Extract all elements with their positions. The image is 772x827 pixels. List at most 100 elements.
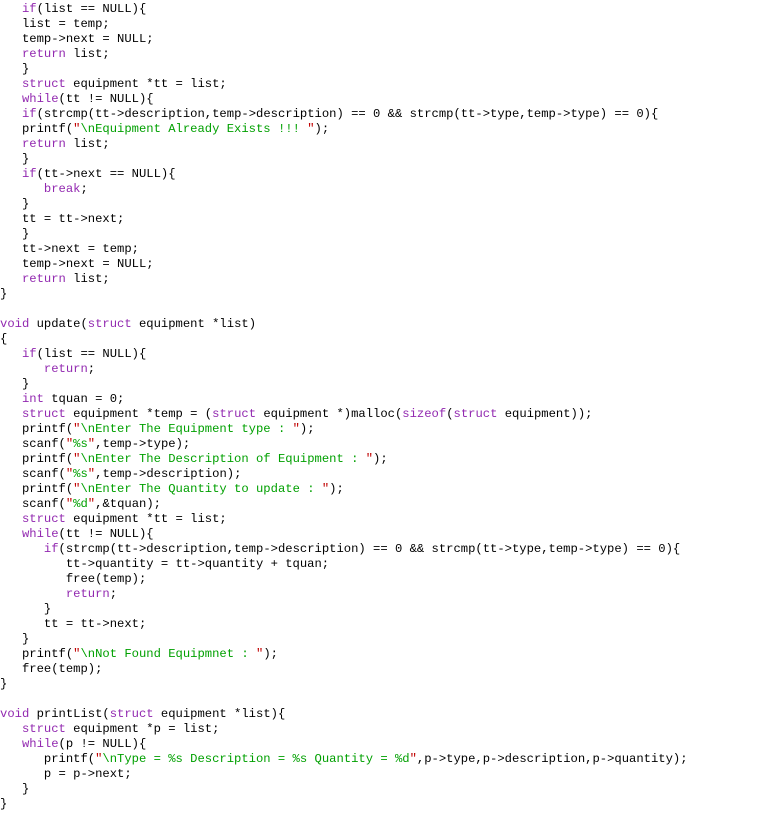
code-token-plain: tt->quantity = tt->quantity + tquan; [0, 557, 330, 571]
code-token-string: \nNot Found Equipmnet : [80, 647, 256, 661]
code-token-plain: printf( [0, 422, 74, 436]
code-line: } [0, 152, 772, 167]
code-token-plain: equipment *tt = list; [65, 77, 227, 91]
code-line: tt = tt->next; [0, 617, 772, 632]
code-token-plain: (list == NULL){ [36, 2, 147, 16]
code-line: } [0, 197, 772, 212]
code-line: } [0, 377, 772, 392]
code-token-keyword: if [21, 347, 37, 361]
code-token-plain: tt->next = temp; [0, 242, 139, 256]
code-line: ​ [0, 302, 772, 317]
code-line: void printList(struct equipment *list){ [0, 707, 772, 722]
code-token-plain: list; [65, 137, 110, 151]
code-token-quote: " [307, 122, 315, 136]
code-token-plain: equipment *p = list; [65, 722, 220, 736]
code-token-plain: ( [446, 407, 454, 421]
code-token-keyword: sizeof [402, 407, 447, 421]
code-line: list = temp; [0, 17, 772, 32]
code-token-plain: ,p->type,p->description,p->quantity); [416, 752, 688, 766]
code-token-plain: ); [329, 482, 344, 496]
code-token-plain: equipment)); [497, 407, 593, 421]
code-line: scanf("%s",temp->type); [0, 437, 772, 452]
code-token-quote: " [409, 752, 417, 766]
code-token-plain: printf( [0, 482, 74, 496]
code-line: if(list == NULL){ [0, 347, 772, 362]
code-line: tt->next = temp; [0, 242, 772, 257]
code-line: tt->quantity = tt->quantity + tquan; [0, 557, 772, 572]
code-token-keyword: struct [21, 407, 66, 421]
code-listing[interactable]: if(list == NULL){ list = temp; temp->nex… [0, 0, 772, 827]
code-token-plain: printf( [0, 452, 74, 466]
code-token-plain: printf( [0, 752, 96, 766]
code-token-plain: } [0, 152, 30, 166]
code-line: free(temp); [0, 662, 772, 677]
code-token-keyword: void [0, 707, 30, 721]
code-line: while(p != NULL){ [0, 737, 772, 752]
code-token-plain: equipment *list){ [153, 707, 286, 721]
code-token-plain: (tt != NULL){ [58, 527, 154, 541]
code-line: if(list == NULL){ [0, 2, 772, 17]
code-token-plain: ; [87, 362, 96, 376]
code-token-plain: scanf( [0, 497, 66, 511]
code-token-plain: } [0, 797, 8, 811]
code-token-plain: update( [29, 317, 88, 331]
code-token-plain: ); [299, 422, 315, 436]
code-token-keyword: void [0, 317, 30, 331]
code-token-plain: } [0, 287, 8, 301]
code-line: temp->next = NULL; [0, 257, 772, 272]
code-token-keyword: return [21, 137, 66, 151]
code-token-keyword: struct [212, 407, 257, 421]
code-token-plain: ,&tquan); [95, 497, 161, 511]
code-line: printf("\nEnter The Quantity to update :… [0, 482, 772, 497]
code-token-plain: { [0, 332, 8, 346]
code-line: printf( "\nType = %s Description = %s Qua… [0, 752, 772, 767]
code-line: printf("\nEquipment Already Exists !!! "… [0, 122, 772, 137]
code-token-keyword: if [21, 167, 37, 181]
code-line: struct equipment *tt = list; [0, 77, 772, 92]
code-token-string: \nEnter The Equipment type : [80, 422, 293, 436]
code-line: free(temp); [0, 572, 772, 587]
code-token-plain: ; [109, 587, 118, 601]
code-token-keyword: struct [21, 512, 66, 526]
code-line: break; [0, 182, 772, 197]
code-token-plain: } [0, 782, 30, 796]
code-token-plain: } [0, 62, 30, 76]
code-token-plain: free(temp); [0, 662, 103, 676]
code-token-plain: temp->next = NULL; [0, 32, 154, 46]
code-line: temp->next = NULL; [0, 32, 772, 47]
code-line: tt = tt->next; [0, 212, 772, 227]
code-token-quote: " [292, 422, 300, 436]
code-token-plain: tt = tt->next; [0, 617, 147, 631]
code-line: while(tt != NULL){ [0, 92, 772, 107]
code-token-plain: } [0, 197, 30, 211]
code-line: } [0, 782, 772, 797]
code-token-string: %s [73, 467, 88, 481]
code-token-string: \nEnter The Description of Equipment : [80, 452, 366, 466]
code-token-keyword: if [21, 107, 37, 121]
code-token-plain: ,temp->description); [95, 467, 242, 481]
code-token-string: %d [73, 497, 88, 511]
code-token-keyword: return [21, 47, 66, 61]
code-token-plain: equipment *tt = list; [65, 512, 227, 526]
code-token-string: \nType = %s Description = %s Quantity = … [102, 752, 410, 766]
code-token-plain: equipment *list) [131, 317, 257, 331]
code-line: struct equipment *temp = (struct equipme… [0, 407, 772, 422]
code-line: } [0, 632, 772, 647]
code-line: } [0, 287, 772, 302]
code-token-keyword: struct [21, 77, 66, 91]
code-token-keyword: if [43, 542, 59, 556]
code-token-plain: list = temp; [0, 17, 110, 31]
code-line: } [0, 797, 772, 812]
code-token-plain: p = p->next; [0, 767, 132, 781]
